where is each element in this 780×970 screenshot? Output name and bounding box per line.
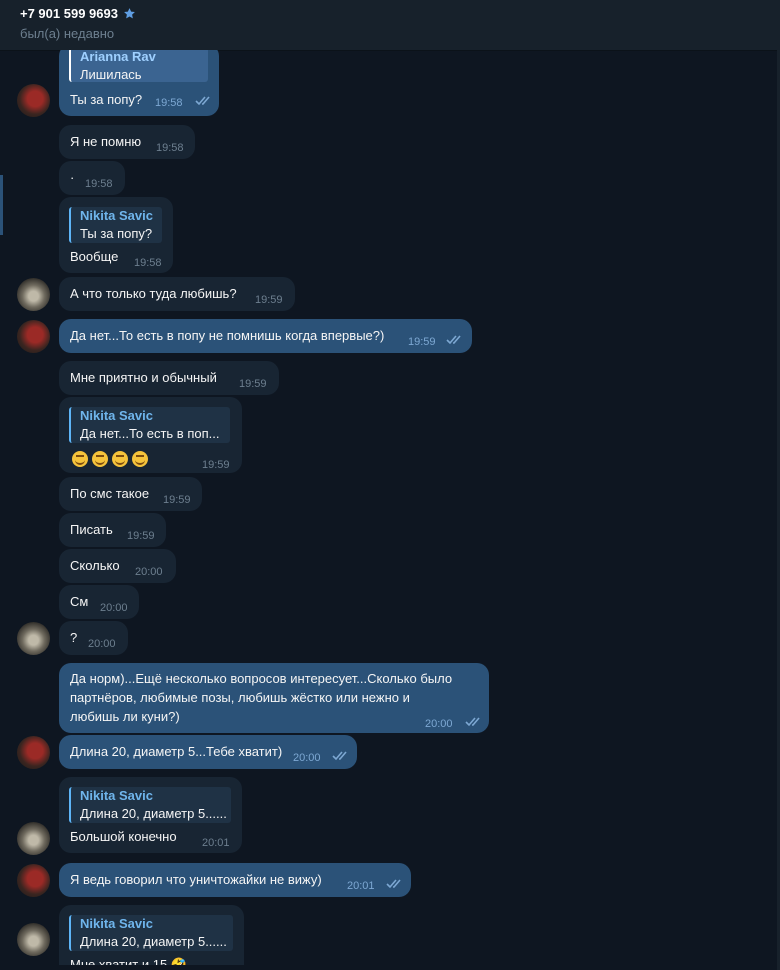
message-text: · xyxy=(70,170,75,185)
message-bubble[interactable]: Да норм)...Ещё несколько вопросов интере… xyxy=(59,663,489,733)
avatar[interactable] xyxy=(17,864,50,897)
message-text: Длина 20, диаметр 5...Тебе хватит) xyxy=(70,744,283,759)
message-time: 20:00 xyxy=(135,566,163,578)
double-check-icon xyxy=(386,879,401,889)
message-text: ? xyxy=(70,630,78,645)
message-time: 19:58 xyxy=(85,178,113,190)
message-line: Да норм)...Ещё несколько вопросов интере… xyxy=(70,671,453,686)
reply-text: Длина 20, диаметр 5...... xyxy=(80,806,227,821)
double-check-icon xyxy=(332,751,347,761)
message-bubble[interactable]: Я не помню 19:58 xyxy=(59,125,195,159)
message-time: 19:58 xyxy=(155,97,183,109)
message-bubble[interactable]: Nikita Savic Длина 20, диаметр 5...... М… xyxy=(59,905,244,965)
contact-name[interactable]: +7 901 599 9693 xyxy=(20,6,136,21)
message-time: 20:00 xyxy=(88,638,116,650)
message-text: Да нет...То есть в попу не помнишь когда… xyxy=(70,328,385,343)
reply-quote[interactable]: Nikita Savic Длина 20, диаметр 5...... xyxy=(69,915,233,951)
message-time: 20:00 xyxy=(293,752,321,764)
message-bubble[interactable]: · 19:58 xyxy=(59,161,125,195)
message-time: 19:59 xyxy=(202,459,230,471)
message-bubble[interactable]: Сколько 20:00 xyxy=(59,549,176,583)
reply-author: Nikita Savic xyxy=(80,408,153,423)
rofl-emoji-icon xyxy=(112,450,128,467)
message-bubble[interactable]: Nikita Savic Ты за попу? Вообще 19:58 xyxy=(59,197,173,273)
message-text: Мне приятно и обычный xyxy=(70,370,217,385)
message-time: 20:00 xyxy=(100,602,128,614)
avatar[interactable] xyxy=(17,622,50,655)
chat-header[interactable]: +7 901 599 9693 был(а) недавно xyxy=(0,0,780,51)
reply-text: Ты за попу? xyxy=(80,226,153,241)
message-text: См xyxy=(70,594,89,609)
message-line: партнёров, любимые позы, любишь жёстко и… xyxy=(70,690,410,705)
message-time: 20:01 xyxy=(347,880,375,892)
avatar[interactable] xyxy=(17,822,50,855)
reply-author: Arianna Rav xyxy=(80,50,156,64)
reply-quote[interactable]: Nikita Savic Ты за попу? xyxy=(69,207,162,243)
message-bubble[interactable]: А что только туда любишь? 19:59 xyxy=(59,277,295,311)
reply-quote[interactable]: Nikita Savic Да нет...То есть в поп... xyxy=(69,407,230,443)
message-bubble[interactable]: Я ведь говорил что уничтожайки не вижу) … xyxy=(59,863,411,897)
reply-text: Лишилась xyxy=(80,67,142,82)
star-icon xyxy=(124,8,135,19)
avatar[interactable] xyxy=(17,84,50,117)
message-bubble[interactable]: ? 20:00 xyxy=(59,621,128,655)
message-text: А что только туда любишь? xyxy=(70,286,237,301)
message-time: 19:58 xyxy=(134,257,162,269)
rofl-emoji-icon xyxy=(92,450,108,467)
message-bubble[interactable]: См 20:00 xyxy=(59,585,139,619)
reply-author: Nikita Savic xyxy=(80,788,153,803)
emoji-row xyxy=(72,449,152,467)
reply-author: Nikita Savic xyxy=(80,208,153,223)
message-time: 20:00 xyxy=(425,718,453,730)
double-check-icon xyxy=(465,717,480,727)
message-bubble[interactable]: Да нет...То есть в попу не помнишь когда… xyxy=(59,319,472,353)
message-bubble[interactable]: Мне приятно и обычный 19:59 xyxy=(59,361,279,395)
message-time: 19:59 xyxy=(127,530,155,542)
double-check-icon xyxy=(446,335,461,345)
message-text: Писать xyxy=(70,522,113,537)
reply-quote[interactable]: Arianna Rav Лишилась xyxy=(69,50,208,82)
message-text: Большой конечно xyxy=(70,829,177,844)
message-bubble[interactable]: По смс такое 19:59 xyxy=(59,477,202,511)
rofl-emoji-icon xyxy=(132,450,148,467)
reply-text: Да нет...То есть в поп... xyxy=(80,426,220,441)
reply-quote[interactable]: Nikita Savic Длина 20, диаметр 5...... xyxy=(69,787,231,823)
message-time: 19:58 xyxy=(156,142,184,154)
message-time: 20:01 xyxy=(202,837,230,849)
message-text: Сколько xyxy=(70,558,120,573)
avatar[interactable] xyxy=(17,736,50,769)
message-time: 19:59 xyxy=(408,336,436,348)
message-text: Я ведь говорил что уничтожайки не вижу) xyxy=(70,872,322,887)
message-time: 19:59 xyxy=(239,378,267,390)
message-bubble[interactable]: Nikita Savic Длина 20, диаметр 5...... Б… xyxy=(59,777,242,853)
message-text: По смс такое xyxy=(70,486,150,501)
message-text: Ты за попу? xyxy=(70,92,143,107)
message-bubble[interactable]: Nikita Savic Да нет...То есть в поп... 1… xyxy=(59,397,242,473)
avatar[interactable] xyxy=(17,278,50,311)
message-bubble[interactable]: Arianna Rav Лишилась Ты за попу? 19:58 xyxy=(59,50,219,116)
message-text: Вообще xyxy=(70,249,119,264)
reply-text: Длина 20, диаметр 5...... xyxy=(80,934,227,949)
contact-name-text: +7 901 599 9693 xyxy=(20,6,118,21)
contact-status: был(а) недавно xyxy=(20,26,115,41)
message-list[interactable]: Arianna Rav Лишилась Ты за попу? 19:58 Я… xyxy=(0,50,780,965)
double-check-icon xyxy=(195,96,210,106)
message-text: Мне хватит и 15 🤣 xyxy=(70,957,187,965)
message-text: Я не помню xyxy=(70,134,142,149)
rofl-emoji-icon xyxy=(72,450,88,467)
avatar[interactable] xyxy=(17,320,50,353)
message-line: любишь ли куни?) xyxy=(70,709,180,724)
avatar[interactable] xyxy=(17,923,50,956)
message-bubble[interactable]: Длина 20, диаметр 5...Тебе хватит) 20:00 xyxy=(59,735,357,769)
message-bubble[interactable]: Писать 19:59 xyxy=(59,513,166,547)
reply-author: Nikita Savic xyxy=(80,916,153,931)
message-time: 19:59 xyxy=(163,494,191,506)
message-time: 19:59 xyxy=(255,294,283,306)
